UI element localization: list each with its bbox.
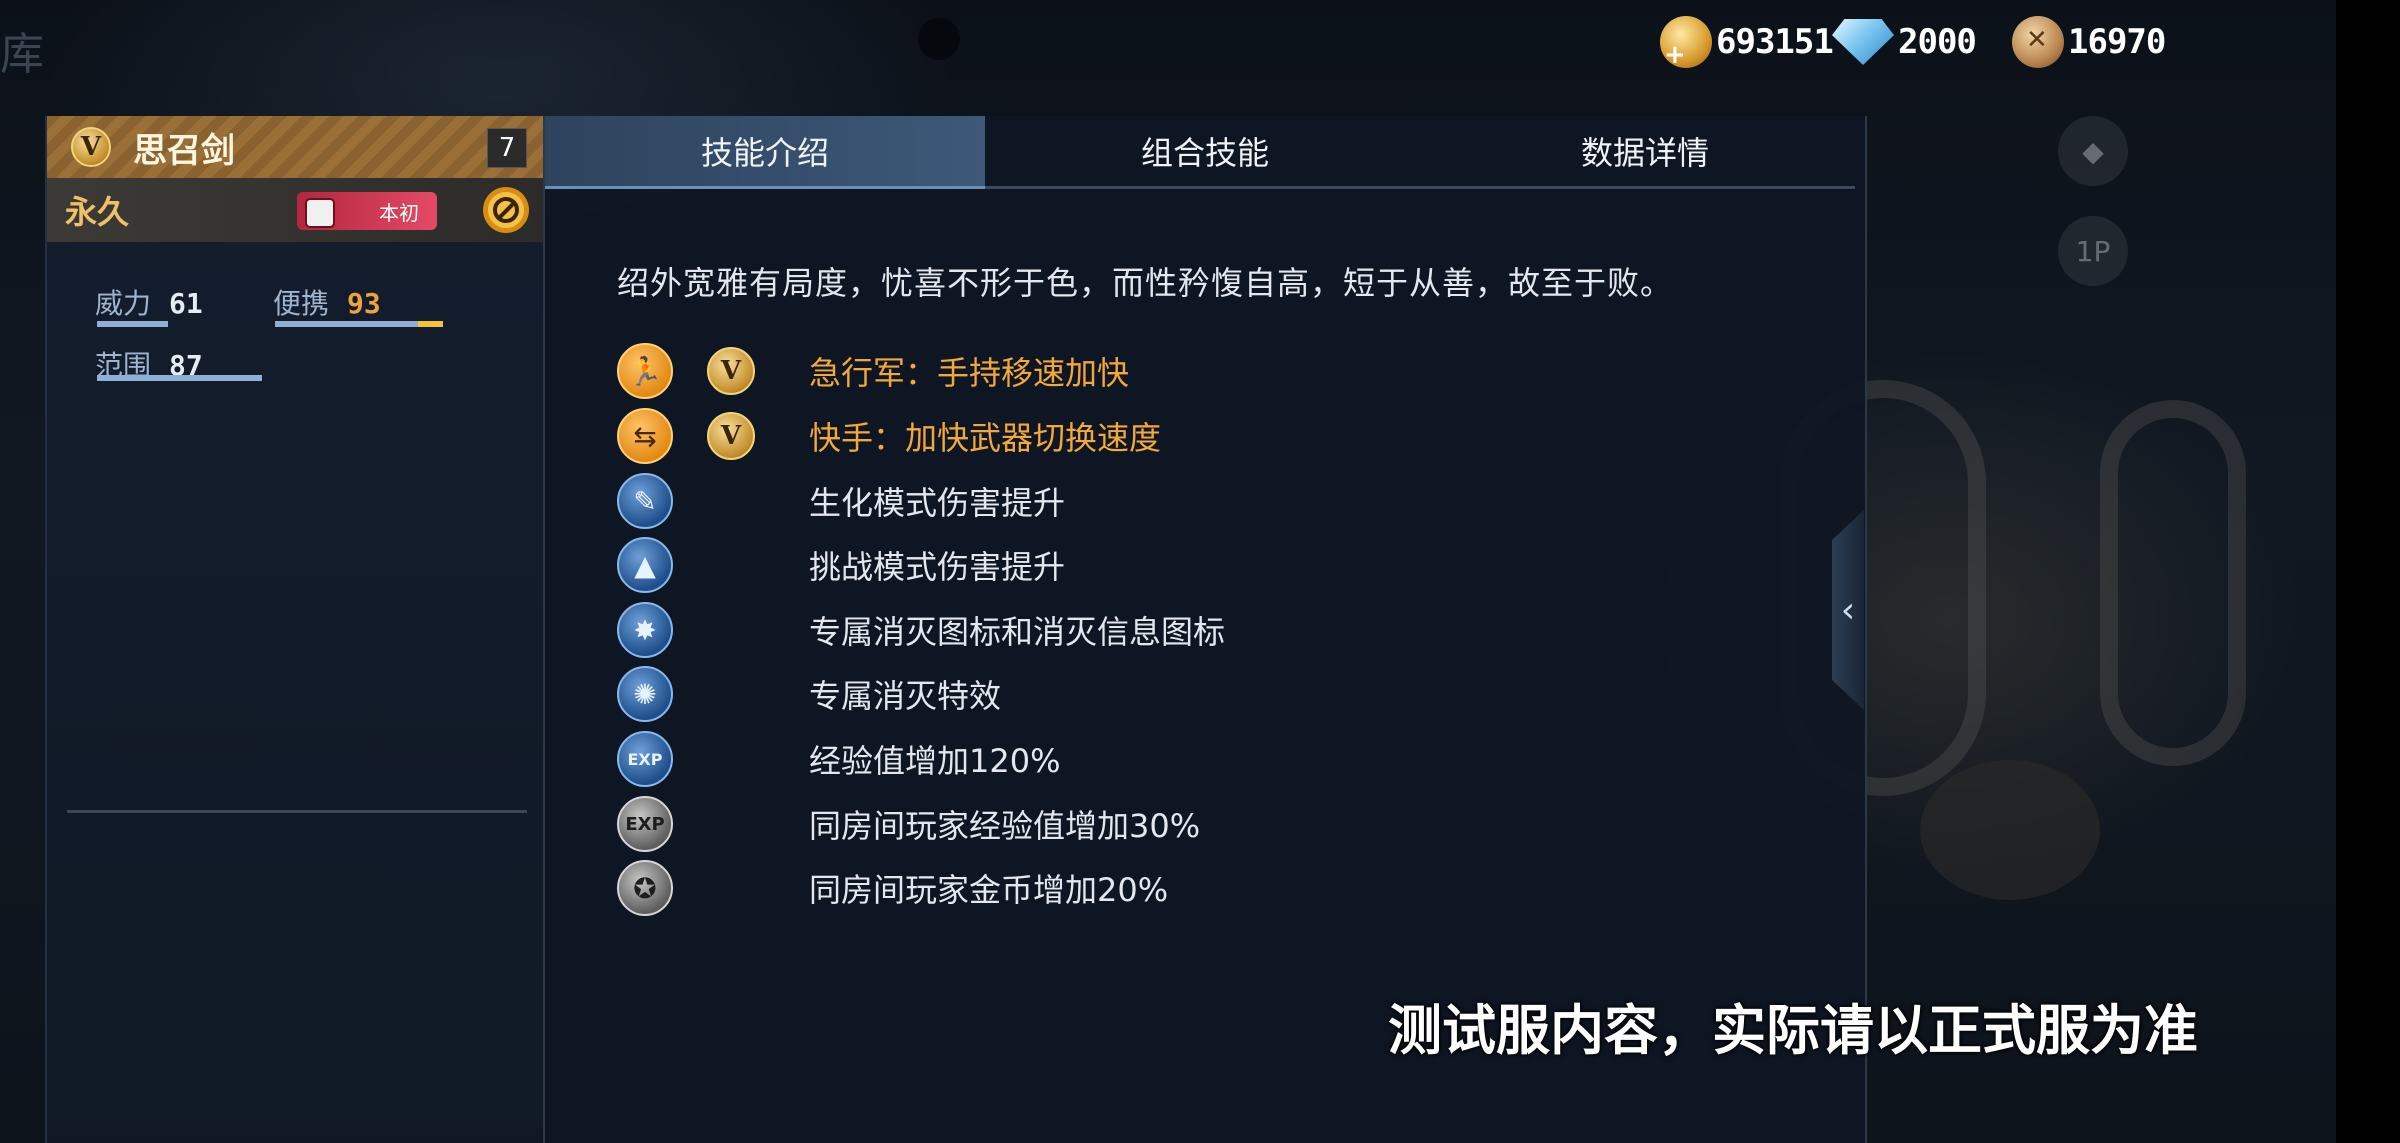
- player-1p-icon: 1P: [2058, 216, 2128, 286]
- stat-power-bar: [97, 321, 168, 327]
- origin-tag: 本初: [297, 192, 437, 230]
- tab-skill-intro[interactable]: 技能介绍: [545, 116, 985, 189]
- skill-text: 专属消灭图标和消灭信息图标: [809, 613, 1226, 651]
- tier-v-icon: V: [707, 412, 755, 460]
- skill-row: ✺ 专属消灭特效: [617, 664, 1001, 724]
- skill-text: 急行军：手持移速加快: [809, 354, 1130, 392]
- skill-row: ✪ 同房间玩家金币增加20%: [617, 858, 1168, 918]
- gold-amount: 693151: [1716, 22, 1834, 62]
- skill-text: 挑战模式伤害提升: [809, 548, 1066, 586]
- biochemical-mode-icon: ✎: [617, 473, 673, 529]
- diamond-plus-icon: [1832, 19, 1894, 65]
- kill-icon-emblem: ✸: [617, 602, 673, 658]
- medal-amount: 16970: [2068, 22, 2166, 62]
- weapon-header: V 思召剑 7: [47, 116, 545, 178]
- skill-row: EXP 经验值增加120%: [617, 729, 1061, 789]
- challenge-mode-icon: ▲: [617, 537, 673, 593]
- stat-power-value: 61: [169, 287, 203, 320]
- background-bullet-icon: [1920, 760, 2100, 900]
- skill-text: 经验值增加120%: [809, 742, 1061, 780]
- skill-text: 专属消灭特效: [809, 677, 1002, 715]
- background-edge-text: 库: [0, 29, 44, 80]
- weapon-name: 思召剑: [133, 130, 235, 171]
- tab-combo-skills[interactable]: 组合技能: [985, 116, 1425, 186]
- weapon-description: 绍外宽雅有局度，忧喜不形于色，而性矜愎自高，短于从善，故至于败。: [617, 264, 1674, 302]
- test-server-disclaimer: 测试服内容，实际请以正式服为准: [1388, 999, 2198, 1062]
- background-target-ring: [2100, 400, 2246, 766]
- running-icon: 🏃: [617, 343, 673, 399]
- tab-bar: 技能介绍 组合技能 数据详情: [545, 116, 1855, 189]
- weapon-swap-icon: ⇆: [617, 408, 673, 464]
- bronze-medal-icon: [2012, 16, 2064, 68]
- tier-v-icon: V: [707, 347, 755, 395]
- room-exp-icon: EXP: [617, 796, 673, 852]
- skill-text: 生化模式伤害提升: [809, 484, 1066, 522]
- gold-currency[interactable]: 693151: [1660, 12, 1834, 72]
- skill-row: ✸ 专属消灭图标和消灭信息图标: [617, 600, 1225, 660]
- panel-divider: [67, 810, 527, 813]
- skill-row: ✎ 生化模式伤害提升: [617, 471, 1065, 531]
- stat-portability-label: 便携: [273, 287, 330, 320]
- weapon-duration: 永久: [65, 193, 130, 231]
- skill-row: 🏃 V 急行军：手持移速加快: [617, 341, 1129, 401]
- collapse-panel-handle[interactable]: ‹: [1832, 510, 1864, 710]
- stat-portability-value: 93: [347, 287, 381, 320]
- diamond-amount: 2000: [1898, 22, 1977, 62]
- skill-row: EXP 同房间玩家经验值增加30%: [617, 794, 1200, 854]
- skill-text: 同房间玩家经验值增加30%: [809, 807, 1201, 845]
- chevron-left-icon: ‹: [1840, 589, 1856, 631]
- prohibited-icon[interactable]: [483, 187, 529, 233]
- diamond-currency[interactable]: 2000: [1832, 12, 1977, 72]
- weapon-level-badge: 7: [487, 128, 527, 168]
- weapon-info-panel: V 思召剑 7 永久 本初 威力 61 便携 93 范围 87: [45, 116, 545, 1143]
- stat-power-label: 威力: [95, 287, 152, 320]
- skill-row: ▲ 挑战模式伤害提升: [617, 535, 1065, 595]
- background-camera-dot: [918, 18, 960, 60]
- medal-currency[interactable]: 16970: [2012, 12, 2166, 72]
- kill-effect-icon: ✺: [617, 666, 673, 722]
- room-gold-icon: ✪: [617, 860, 673, 916]
- exp-icon: EXP: [617, 731, 673, 787]
- settings-shortcut-icon: ◆: [2058, 116, 2128, 186]
- stat-portability-bar: [275, 321, 443, 327]
- duration-row: 永久 本初: [47, 178, 545, 242]
- gold-coin-plus-icon: [1660, 16, 1712, 70]
- tab-data-details[interactable]: 数据详情: [1425, 116, 1865, 186]
- stat-portability: 便携 93: [273, 282, 381, 322]
- skill-text: 同房间玩家金币增加20%: [809, 871, 1169, 909]
- skill-text: 快手：加快武器切换速度: [809, 419, 1162, 457]
- stat-power: 威力 61: [95, 282, 203, 322]
- tier-v-icon: V: [71, 127, 111, 167]
- skill-row: ⇆ V 快手：加快武器切换速度: [617, 406, 1161, 466]
- letterbox-edge: [2336, 0, 2400, 1143]
- stat-range-bar: [97, 375, 262, 381]
